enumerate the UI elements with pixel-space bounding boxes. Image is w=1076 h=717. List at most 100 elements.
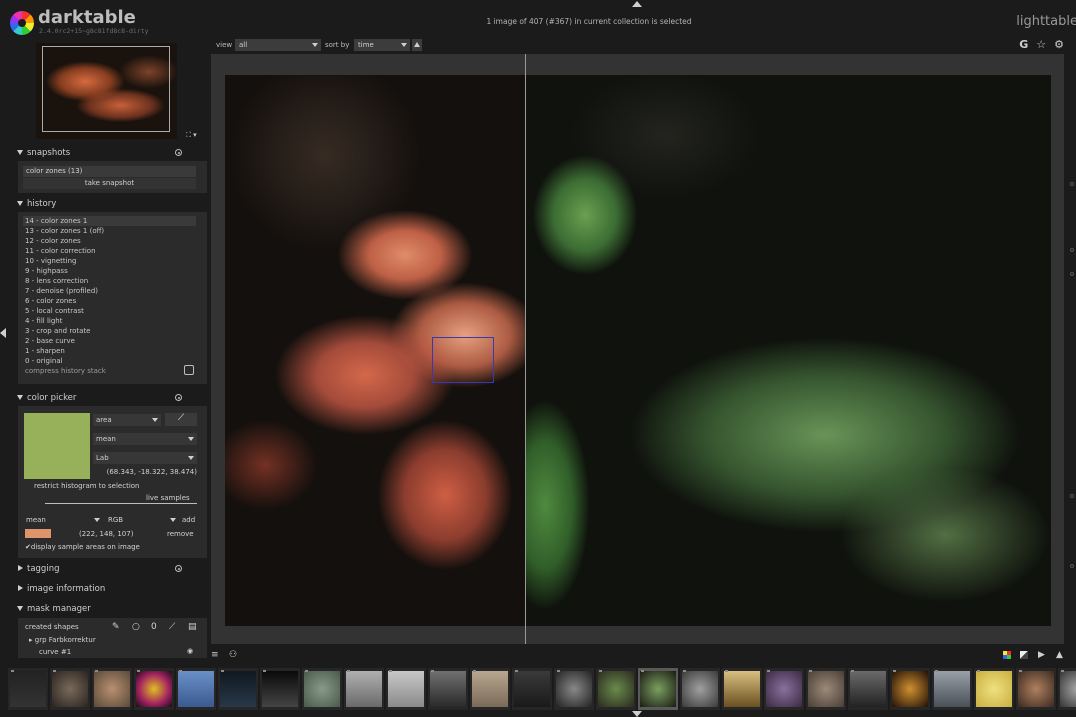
color-picker-area-box[interactable] <box>432 337 494 383</box>
split-divider-handle[interactable] <box>525 54 526 644</box>
restrict-histogram-checkbox[interactable]: restrict histogram to selection <box>34 482 140 490</box>
snapshots-header[interactable]: snapshots <box>14 145 207 161</box>
google-icon[interactable]: G <box>1019 38 1028 51</box>
tagging-header[interactable]: tagging <box>14 561 207 577</box>
filmstrip-thumbnail[interactable] <box>50 668 90 710</box>
view-filter-select[interactable]: all <box>235 39 321 51</box>
before-after-image[interactable] <box>225 75 1051 626</box>
mask-shape-item[interactable]: curve #1 <box>39 648 71 656</box>
presets-icon[interactable] <box>175 394 182 401</box>
history-item[interactable]: 3 - crop and rotate <box>23 326 196 336</box>
color-picker-header[interactable]: color picker <box>14 390 207 406</box>
create-style-icon[interactable] <box>184 365 194 375</box>
image-information-header[interactable]: image information <box>14 581 207 597</box>
history-item[interactable]: 13 - color zones 1 (off) <box>23 226 196 236</box>
filmstrip-thumbnail[interactable] <box>512 668 552 710</box>
thumbnail-image <box>94 671 130 707</box>
mask-manager-header[interactable]: mask manager <box>14 601 207 617</box>
add-sample-button[interactable]: add <box>182 516 195 524</box>
sample-statistic-select[interactable]: mean <box>23 514 103 526</box>
sample-colorspace-select[interactable]: RGB <box>105 514 179 526</box>
history-item[interactable]: 8 - lens correction <box>23 276 196 286</box>
collapse-left-panel-icon[interactable] <box>0 328 6 338</box>
thumbnail-marker <box>305 670 308 672</box>
filmstrip-thumbnail[interactable] <box>218 668 258 710</box>
filmstrip-thumbnail[interactable] <box>134 668 174 710</box>
presets-icon[interactable] <box>175 149 182 156</box>
color-picker-button[interactable]: ⟋ <box>165 413 197 426</box>
history-item[interactable]: 4 - fill light <box>23 316 196 326</box>
filmstrip-thumbnail[interactable] <box>932 668 972 710</box>
presets-icon[interactable] <box>175 565 182 572</box>
menu-icon[interactable]: ≡ <box>211 650 219 660</box>
draw-gradient-icon[interactable]: ▤ <box>188 622 197 632</box>
history-item[interactable]: 6 - color zones <box>23 296 196 306</box>
compress-history-button[interactable]: compress history stack <box>25 367 106 375</box>
collapse-top-panel-icon[interactable] <box>632 1 642 7</box>
history-item[interactable]: 14 - color zones 1 <box>23 216 196 226</box>
filmstrip-thumbnail[interactable] <box>1058 668 1076 710</box>
filmstrip-thumbnail[interactable] <box>722 668 762 710</box>
gear-icon[interactable]: ⚙ <box>1054 38 1064 51</box>
mask-group-item[interactable]: ▸ grp Farbkorrektur <box>29 636 96 644</box>
navigation-viewport-frame[interactable] <box>42 46 170 132</box>
filmstrip-thumbnail[interactable] <box>596 668 636 710</box>
overexposure-icon[interactable] <box>1020 651 1028 659</box>
filmstrip-thumbnail[interactable] <box>1016 668 1056 710</box>
sort-order-button[interactable] <box>412 39 422 51</box>
filmstrip-thumbnail[interactable] <box>176 668 216 710</box>
filmstrip-thumbnail[interactable] <box>92 668 132 710</box>
shape-settings-icon[interactable]: ◉ <box>187 647 193 655</box>
filmstrip-thumbnail[interactable] <box>428 668 468 710</box>
snapshot-item[interactable]: color zones (13) <box>23 166 196 177</box>
history-item[interactable]: 7 - denoise (profiled) <box>23 286 196 296</box>
filmstrip-thumbnail[interactable] <box>764 668 804 710</box>
history-item[interactable]: 9 - highpass <box>23 266 196 276</box>
history-item[interactable]: 1 - sharpen <box>23 346 196 356</box>
history-header[interactable]: history <box>14 196 207 212</box>
filmstrip-thumbnail-selected[interactable] <box>638 668 678 710</box>
draw-circle-icon[interactable]: ○ <box>132 622 140 632</box>
history-item[interactable]: 10 - vignetting <box>23 256 196 266</box>
history-item[interactable]: 5 - local contrast <box>23 306 196 316</box>
softproof-icon[interactable]: ▶ <box>1038 650 1045 660</box>
collapse-bottom-panel-icon[interactable] <box>632 711 642 717</box>
take-snapshot-button[interactable]: take snapshot <box>23 178 196 189</box>
filmstrip-thumbnail[interactable] <box>302 668 342 710</box>
view-switcher-lighttable[interactable]: lighttable <box>1016 14 1076 29</box>
gamut-check-icon[interactable]: ▲ <box>1056 650 1063 660</box>
navigation-zoom-control[interactable]: ⛶ ▾ <box>186 131 197 140</box>
live-sample-swatch[interactable] <box>25 529 51 538</box>
filmstrip-thumbnail[interactable] <box>470 668 510 710</box>
styles-icon[interactable]: ⚇ <box>229 650 237 660</box>
star-icon[interactable]: ☆ <box>1036 38 1046 51</box>
filmstrip-thumbnail[interactable] <box>680 668 720 710</box>
filmstrip-thumbnail[interactable] <box>890 668 930 710</box>
created-shapes-label: created shapes <box>25 623 79 631</box>
filmstrip-thumbnail[interactable] <box>386 668 426 710</box>
sort-select[interactable]: time <box>354 39 410 51</box>
filmstrip-thumbnail[interactable] <box>8 668 48 710</box>
filmstrip-thumbnail[interactable] <box>848 668 888 710</box>
history-item[interactable]: 12 - color zones <box>23 236 196 246</box>
history-item[interactable]: 11 - color correction <box>23 246 196 256</box>
draw-ellipse-icon[interactable]: 0 <box>151 622 157 632</box>
history-item[interactable]: 2 - base curve <box>23 336 196 346</box>
draw-path-icon[interactable]: ✎ <box>112 622 120 632</box>
picker-mode-select[interactable]: area <box>93 414 161 426</box>
navigation-thumbnail[interactable] <box>36 43 177 139</box>
filmstrip-thumbnail[interactable] <box>974 668 1014 710</box>
header: darktable 2.4.0rc2+15~g8c81fd8c8-dirty 1… <box>0 0 1076 37</box>
filmstrip-thumbnail[interactable] <box>554 668 594 710</box>
picker-statistic-select[interactable]: mean <box>93 433 197 445</box>
history-item[interactable]: 0 - original <box>23 356 196 366</box>
draw-brush-icon[interactable]: ⟋ <box>169 622 175 632</box>
picker-colorspace-select[interactable]: Lab <box>93 452 197 464</box>
filmstrip <box>0 664 1076 717</box>
filmstrip-thumbnail[interactable] <box>344 668 384 710</box>
filmstrip-thumbnail[interactable] <box>806 668 846 710</box>
remove-sample-button[interactable]: remove <box>167 530 194 538</box>
color-assessment-icon[interactable] <box>1003 651 1011 659</box>
filmstrip-thumbnail[interactable] <box>260 668 300 710</box>
display-sample-areas-checkbox[interactable]: ✔display sample areas on image <box>25 543 140 551</box>
